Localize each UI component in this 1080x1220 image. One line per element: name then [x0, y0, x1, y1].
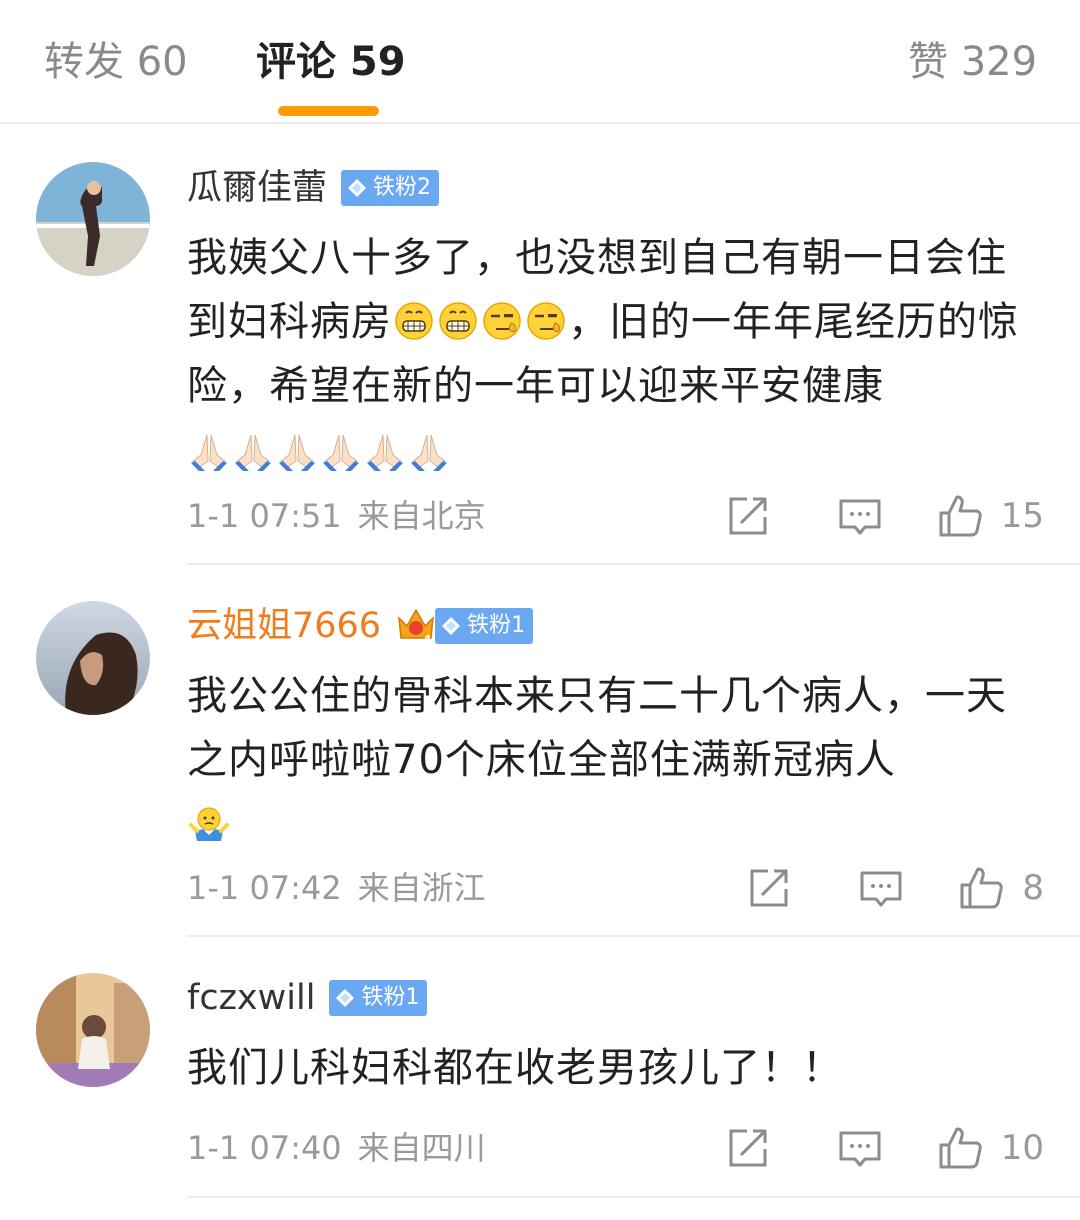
tab-repost[interactable]: 转发 60 [44, 36, 188, 88]
share-icon [725, 493, 771, 539]
grin-emoji [394, 301, 434, 341]
comment-time: 1-1 07:42 [187, 869, 342, 907]
username[interactable]: 瓜爾佳蕾 [187, 166, 327, 210]
comment-actions: 15 [725, 491, 1044, 541]
avatar[interactable] [36, 973, 150, 1087]
comment-header: fczxwill 铁粉1 [187, 973, 428, 1023]
comment-header: 云姐姐7666 4 铁粉1 [187, 601, 534, 651]
divider [187, 563, 1080, 565]
diamond-icon [441, 616, 461, 636]
avatar[interactable] [36, 601, 150, 715]
vip-badge[interactable]: 4 铁粉1 [395, 606, 534, 646]
fan-badge[interactable]: 铁粉2 [341, 170, 440, 206]
share-button[interactable] [725, 493, 771, 539]
comment-actions: 8 [746, 863, 1044, 913]
smirk-emoji [526, 301, 566, 341]
comment-meta: 1-1 07:42 来自浙江 [187, 868, 486, 908]
comment-header: 瓜爾佳蕾 铁粉2 [187, 163, 440, 213]
avatar-image [36, 973, 150, 1087]
comment-icon [837, 493, 883, 539]
emoji-row [187, 794, 1047, 850]
like-button[interactable]: 8 [958, 865, 1044, 911]
comment-tab-bar: 转发 60 评论 59 赞 329 [0, 0, 1080, 124]
reply-button[interactable] [837, 493, 883, 539]
grin-emoji [438, 301, 478, 341]
avatar[interactable] [36, 162, 150, 276]
emoji-row [187, 420, 1047, 476]
reply-button[interactable] [837, 1125, 883, 1171]
avatar-image [36, 162, 150, 276]
username[interactable]: fczxwill [187, 976, 315, 1020]
thumbs-up-icon [937, 493, 983, 539]
comment-time: 1-1 07:51 [187, 497, 342, 535]
comment-text: 我姨父八十多了，也没想到自己有朝一日会住到妇科病房 ，旧的一年年尾经历的惊险，希望… [187, 226, 1047, 476]
avatar-image [36, 601, 150, 715]
comment-meta: 1-1 07:51 来自北京 [187, 496, 486, 536]
pray-emoji [409, 431, 449, 471]
share-button[interactable] [725, 1125, 771, 1171]
like-button[interactable]: 10 [937, 1125, 1044, 1171]
fan-badge[interactable]: 铁粉1 [329, 980, 428, 1016]
username[interactable]: 云姐姐7666 [187, 604, 381, 648]
fan-badge-label: 铁粉2 [373, 175, 432, 200]
comment-text: 我公公住的骨科本来只有二十几个病人，一天之内呼啦啦70个床位全部住满新冠病人 [187, 664, 1047, 850]
comment-meta: 1-1 07:40 来自四川 [187, 1128, 486, 1168]
reply-button[interactable] [858, 865, 904, 911]
like-button[interactable]: 15 [937, 493, 1044, 539]
pray-emoji [233, 431, 273, 471]
crown-icon: 4 [398, 608, 435, 646]
like-count: 8 [1022, 868, 1044, 908]
tab-comments[interactable]: 评论 59 [256, 36, 406, 88]
fan-badge: 铁粉1 [435, 608, 534, 644]
fan-badge-label: 铁粉1 [467, 613, 526, 638]
share-icon [725, 1125, 771, 1171]
divider [187, 935, 1080, 937]
comment-location: 来自四川 [357, 1129, 486, 1167]
smirk-emoji [482, 301, 522, 341]
thumbs-up-icon [937, 1125, 983, 1171]
comment-text-part: 我们儿科妇科都在收老男孩儿了！！ [187, 1045, 843, 1091]
comment-location: 来自浙江 [357, 869, 486, 907]
comment-time: 1-1 07:40 [187, 1129, 342, 1167]
diamond-icon [335, 988, 355, 1008]
active-tab-indicator [278, 106, 379, 116]
divider [187, 1196, 1080, 1198]
like-count: 15 [1000, 496, 1044, 536]
comment-location: 来自北京 [357, 497, 486, 535]
diamond-icon [347, 178, 367, 198]
shrug-emoji [189, 805, 229, 845]
pray-emoji [365, 431, 405, 471]
pray-emoji [189, 431, 229, 471]
thumbs-up-icon [958, 865, 1004, 911]
comment-text: 我们儿科妇科都在收老男孩儿了！！ [187, 1036, 1047, 1100]
comment-actions: 10 [725, 1123, 1044, 1173]
tab-likes[interactable]: 赞 329 [908, 36, 1037, 88]
pray-emoji [277, 431, 317, 471]
like-count: 10 [1000, 1128, 1044, 1168]
pray-emoji [321, 431, 361, 471]
share-icon [746, 865, 792, 911]
fan-badge-label: 铁粉1 [361, 985, 420, 1010]
comment-icon [837, 1125, 883, 1171]
crown-level: 4 [423, 633, 431, 646]
share-button[interactable] [746, 865, 792, 911]
comment-icon [858, 865, 904, 911]
comment-text-part: 我公公住的骨科本来只有二十几个病人，一天之内呼啦啦70个床位全部住满新冠病人 [187, 673, 1007, 783]
